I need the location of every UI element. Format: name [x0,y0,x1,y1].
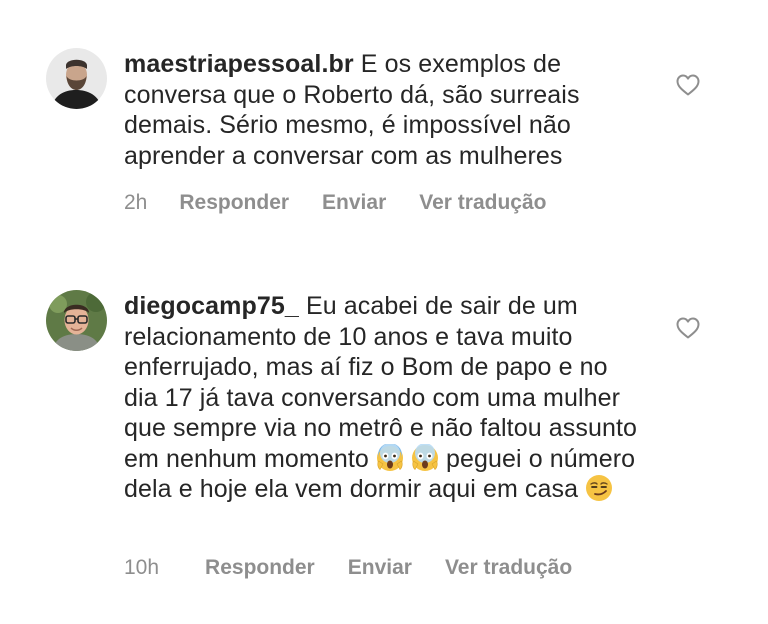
comment-meta: 10h Responder Enviar Ver tradução [124,556,572,580]
avatar-man-glasses-icon [46,290,107,351]
comment-username[interactable]: diegocamp75_ [124,292,299,320]
translate-button[interactable]: Ver tradução [419,191,546,215]
send-button[interactable]: Enviar [348,556,412,580]
reply-button[interactable]: Responder [205,556,315,580]
face-screaming-in-fear-icon [411,443,439,472]
heart-outline-icon [676,74,700,96]
comment-timestamp: 10h [124,556,160,579]
translate-button[interactable]: Ver tradução [445,556,572,580]
comment-username[interactable]: maestriapessoal.br [124,50,354,78]
smirking-face-icon [585,474,613,502]
send-button[interactable]: Enviar [322,191,386,215]
like-button[interactable] [676,317,700,339]
avatar[interactable] [46,290,107,351]
heart-outline-icon [676,317,700,339]
comment-timestamp: 2h [124,191,148,214]
like-button[interactable] [676,74,700,96]
comment-meta: 2h Responder Enviar Ver tradução [124,191,546,215]
avatar-bearded-man-icon [46,48,107,109]
comment-body: diegocamp75_ Eu acabei de sair de um rel… [124,291,644,505]
face-screaming-in-fear-icon [376,443,404,472]
reply-button[interactable]: Responder [179,191,289,215]
avatar[interactable] [46,48,107,109]
comment-body: maestriapessoal.br E os exemplos de conv… [124,49,644,171]
